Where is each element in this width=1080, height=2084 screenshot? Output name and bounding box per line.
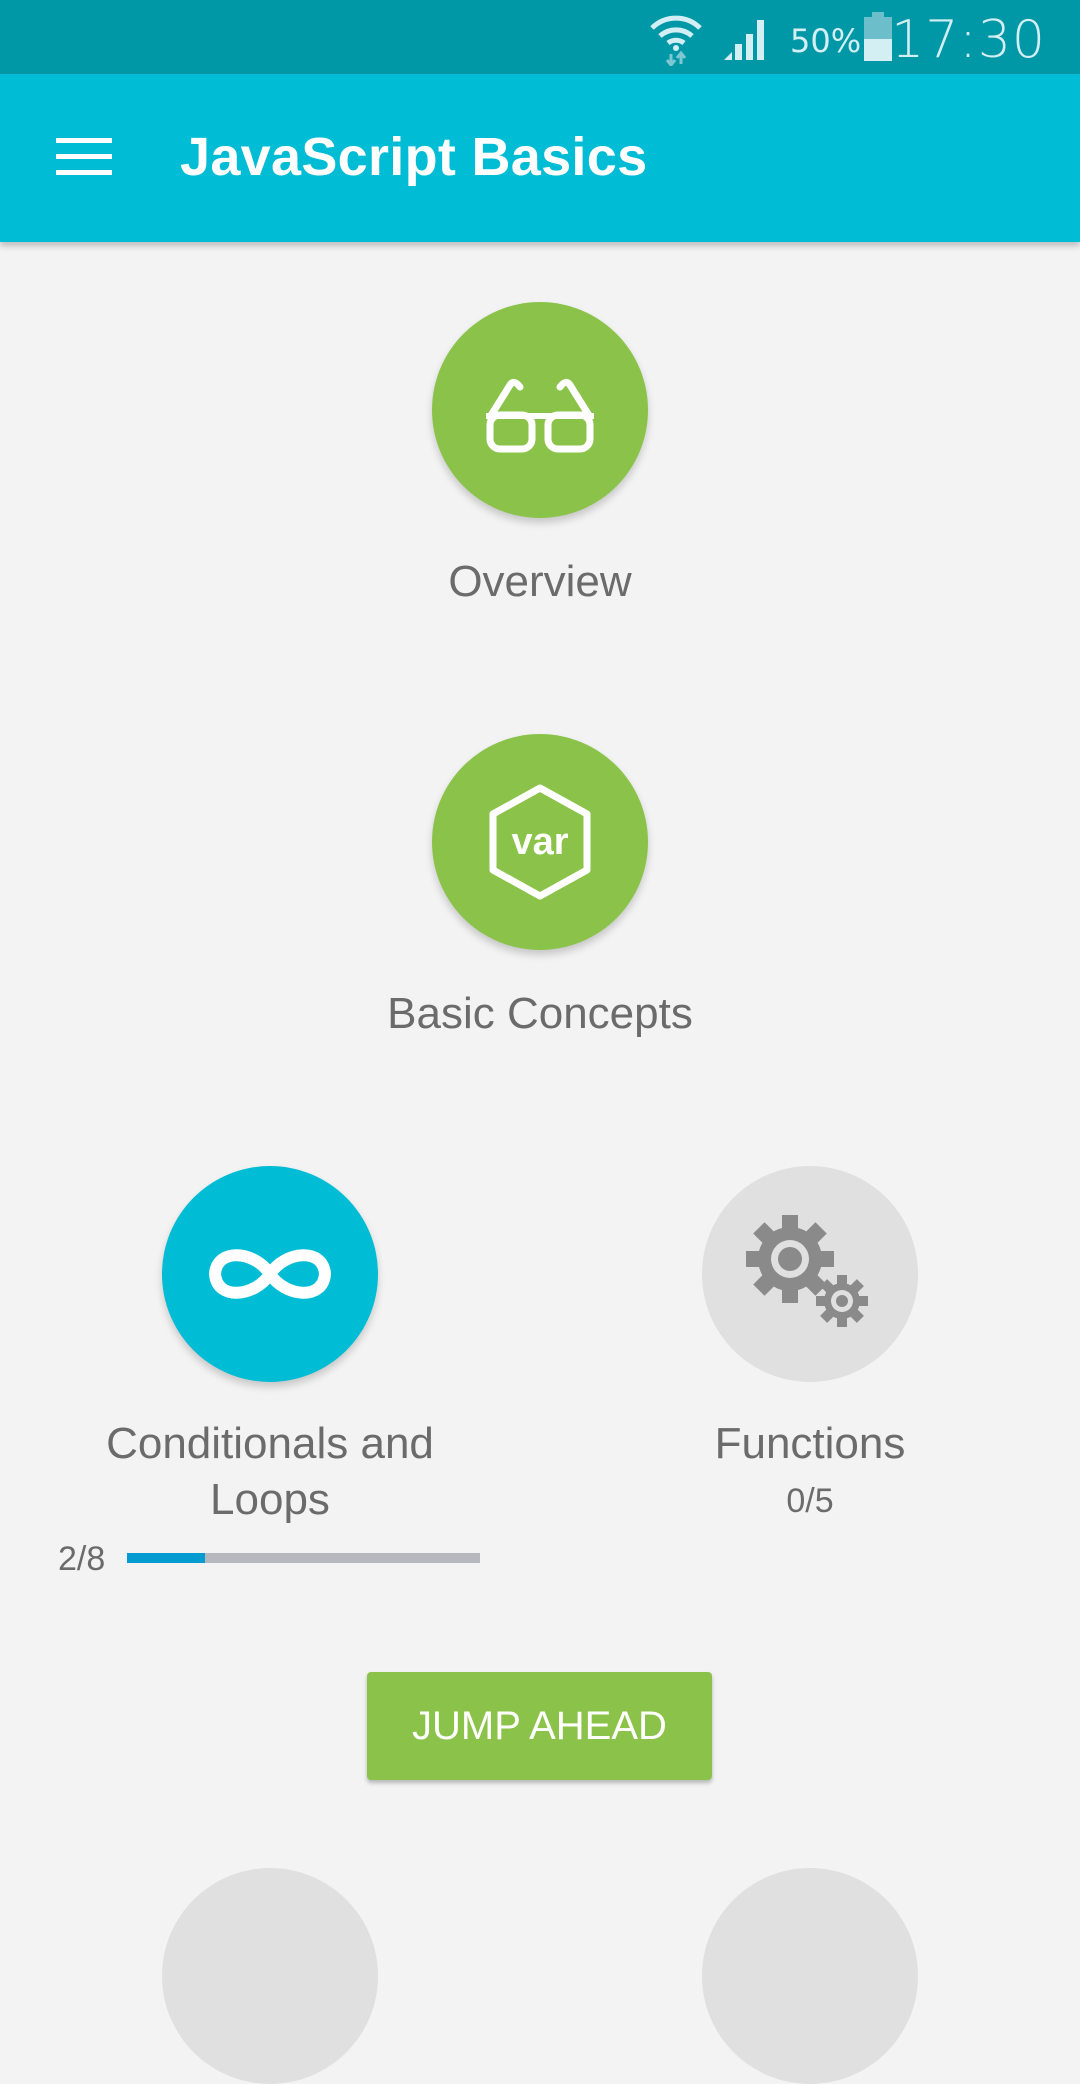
status-bar: 50% 17:30 [0,0,1080,74]
lesson-overview-button[interactable] [432,302,648,518]
lesson-conditionals-loops-label: Conditionals and Loops [106,1419,434,1524]
signal-icon [724,20,764,60]
lesson-functions-button[interactable] [702,1166,918,1382]
lesson-progress-bar [127,1553,480,1563]
lesson-conditionals-loops-button[interactable] [162,1166,378,1382]
jump-ahead-button[interactable]: JUMP AHEAD [367,1672,712,1780]
app-bar: JavaScript Basics [0,74,1080,242]
lesson-basic-concepts-label: Basic Concepts [387,989,693,1038]
battery-icon [864,12,892,61]
lesson-progress-text: 2/8 [58,1540,106,1578]
glasses-icon [486,378,594,453]
lesson-progress-fill [127,1553,205,1563]
lesson-locked-next-left[interactable] [162,1868,378,2084]
lesson-locked-next-right[interactable] [702,1868,918,2084]
lesson-basic-concepts-button[interactable]: var [432,734,648,950]
clock: 17:30 [891,10,1046,70]
var-hexagon-icon: var [489,784,591,900]
lesson-functions-label: Functions [714,1419,906,1468]
lesson-functions-progress-text: 0/5 [786,1482,834,1520]
infinity-icon [208,1249,332,1299]
battery-percent: 50% [790,22,862,60]
wifi-icon [650,15,702,66]
svg-text:var: var [511,821,568,863]
lesson-overview-label: Overview [448,557,632,606]
page-title: JavaScript Basics [180,127,648,187]
gears-icon [746,1215,868,1327]
hamburger-menu-icon[interactable] [44,124,124,184]
